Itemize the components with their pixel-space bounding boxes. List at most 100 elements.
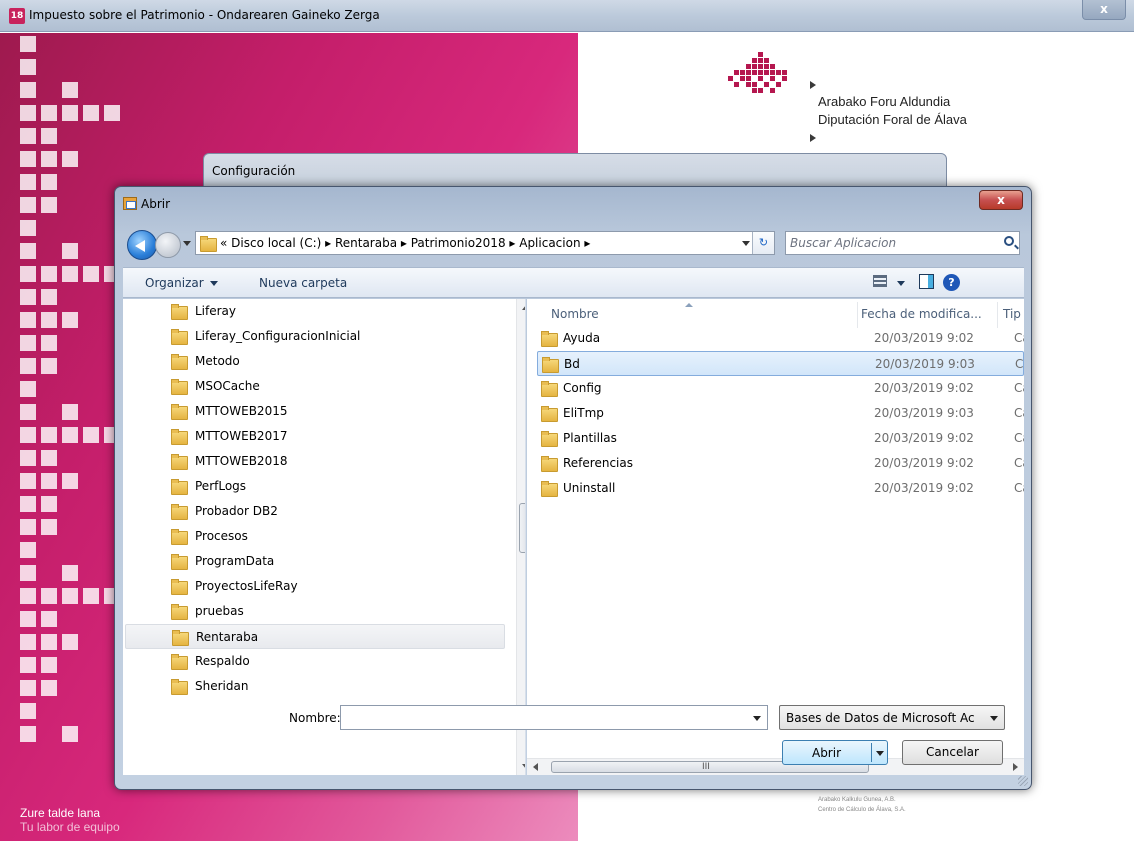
file-row[interactable]: EliTmp 20/03/2019 9:03 Car xyxy=(537,401,1024,426)
column-header-type[interactable]: Tip xyxy=(1003,307,1021,321)
open-button[interactable]: Abrir xyxy=(782,740,888,765)
tree-item[interactable]: Metodo xyxy=(125,349,505,374)
back-button[interactable] xyxy=(127,230,157,260)
file-row[interactable]: Uninstall 20/03/2019 9:02 Car xyxy=(537,476,1024,501)
preview-pane-icon[interactable] xyxy=(919,274,934,289)
column-header-date[interactable]: Fecha de modifica... xyxy=(861,307,982,321)
file-row[interactable]: Config 20/03/2019 9:02 Car xyxy=(537,376,1024,401)
tree-item[interactable]: pruebas xyxy=(125,599,505,624)
folder-icon xyxy=(171,529,188,545)
forward-button[interactable] xyxy=(155,232,181,258)
tree-item[interactable]: Rentaraba xyxy=(125,624,505,649)
filetype-select[interactable]: Bases de Datos de Microsoft Ac xyxy=(779,705,1005,730)
folder-icon xyxy=(171,454,188,470)
file-row[interactable]: Ayuda 20/03/2019 9:02 Car xyxy=(537,326,1024,351)
filetype-chevron-down-icon[interactable] xyxy=(990,716,998,721)
decorative-square xyxy=(62,404,78,420)
organize-button[interactable]: Organizar xyxy=(145,276,218,290)
decorative-square xyxy=(20,197,36,213)
folder-icon xyxy=(171,554,188,570)
dialog-close-button[interactable]: x xyxy=(979,190,1023,210)
tree-item[interactable]: Procesos xyxy=(125,524,505,549)
address-bar[interactable]: « Disco local (C:) ▸ Rentaraba ▸ Patrimo… xyxy=(195,231,775,255)
decorative-square xyxy=(20,289,36,305)
decorative-square xyxy=(20,59,36,75)
tree-item[interactable]: MTTOWEB2017 xyxy=(125,424,505,449)
dialog-title: Abrir xyxy=(141,197,171,211)
folder-icon xyxy=(171,354,188,370)
tree-item-label: Procesos xyxy=(195,529,248,543)
scroll-thumb[interactable] xyxy=(519,503,525,553)
decorative-square xyxy=(41,519,57,535)
decorative-square xyxy=(41,496,57,512)
sort-ascending-icon xyxy=(685,303,693,307)
filename-input[interactable] xyxy=(344,709,744,726)
address-chevron-down-icon[interactable] xyxy=(742,241,750,246)
file-row[interactable]: Plantillas 20/03/2019 9:02 Car xyxy=(537,426,1024,451)
view-options-button[interactable] xyxy=(873,275,887,287)
tree-scrollbar[interactable] xyxy=(516,299,525,775)
search-input[interactable] xyxy=(790,235,990,251)
scroll-left-icon[interactable] xyxy=(533,763,538,771)
decorative-square xyxy=(20,335,36,351)
footer-line1: Arabako Kalkulu Gunea, A.B. xyxy=(818,797,896,803)
toolbar: Organizar Nueva carpeta ? xyxy=(123,267,1024,298)
tree-item[interactable]: PerfLogs xyxy=(125,474,505,499)
decorative-square xyxy=(62,565,78,581)
tree-item-label: Rentaraba xyxy=(196,630,259,644)
folder-icon xyxy=(171,479,188,495)
scroll-up-icon[interactable] xyxy=(522,305,525,310)
decorative-square xyxy=(20,312,36,328)
decorative-square xyxy=(62,82,78,98)
tree-item[interactable]: Probador DB2 xyxy=(125,499,505,524)
view-chevron-down-icon[interactable] xyxy=(897,281,905,286)
file-row[interactable]: Bd 20/03/2019 9:03 Car xyxy=(537,351,1024,376)
folder-icon xyxy=(171,429,188,445)
column-header-name[interactable]: Nombre xyxy=(551,307,599,321)
tree-item[interactable]: ProyectosLifeRay xyxy=(125,574,505,599)
decorative-square xyxy=(20,726,36,742)
cancel-button[interactable]: Cancelar xyxy=(902,740,1003,765)
new-folder-button[interactable]: Nueva carpeta xyxy=(259,276,347,290)
column-separator[interactable] xyxy=(857,302,858,328)
decorative-square xyxy=(20,657,36,673)
decorative-square xyxy=(41,335,57,351)
footer-line2: Centro de Cálculo de Álava, S.A. xyxy=(818,807,906,813)
app-close-button[interactable]: x xyxy=(1082,0,1126,20)
recent-locations-chevron-down-icon[interactable] xyxy=(183,241,191,246)
tree-item[interactable]: Liferay_ConfiguracionInicial xyxy=(125,324,505,349)
tree-item[interactable]: Respaldo xyxy=(125,649,505,674)
decorative-square xyxy=(20,496,36,512)
decorative-square xyxy=(20,105,36,121)
scroll-down-icon[interactable] xyxy=(522,764,525,769)
open-options-chevron-down-icon[interactable] xyxy=(876,751,884,756)
tree-item[interactable]: ProgramData xyxy=(125,549,505,574)
search-box[interactable] xyxy=(785,231,1020,255)
decorative-square xyxy=(41,151,57,167)
resize-grip-icon[interactable] xyxy=(1018,776,1028,786)
tree-item[interactable]: Sheridan xyxy=(125,674,505,699)
dialog-icon xyxy=(123,197,137,210)
filename-chevron-down-icon[interactable] xyxy=(753,716,761,721)
address-path[interactable]: « Disco local (C:) ▸ Rentaraba ▸ Patrimo… xyxy=(220,236,590,250)
refresh-button[interactable]: ↻ xyxy=(752,232,774,254)
file-row[interactable]: Referencias 20/03/2019 9:02 Car xyxy=(537,451,1024,476)
tree-item[interactable]: MSOCache xyxy=(125,374,505,399)
filename-combo[interactable] xyxy=(340,705,768,730)
file-date: 20/03/2019 9:02 xyxy=(874,456,974,470)
file-list: Nombre Fecha de modifica... Tip Ayuda 20/… xyxy=(527,299,1024,775)
tree-item[interactable]: Liferay xyxy=(125,299,505,324)
scroll-right-icon[interactable] xyxy=(1013,763,1018,771)
diputacion-logo-icon xyxy=(728,52,787,93)
help-icon[interactable]: ? xyxy=(943,274,960,291)
tree-item-label: Sheridan xyxy=(195,679,249,693)
file-type: Car xyxy=(1014,381,1024,395)
search-icon[interactable] xyxy=(1004,236,1014,246)
decorative-square xyxy=(62,427,78,443)
tree-item[interactable]: MTTOWEB2015 xyxy=(125,399,505,424)
logo-arrow-icon xyxy=(810,81,816,89)
decorative-square xyxy=(41,197,57,213)
column-separator[interactable] xyxy=(997,302,998,328)
decorative-square xyxy=(83,266,99,282)
tree-item[interactable]: MTTOWEB2018 xyxy=(125,449,505,474)
